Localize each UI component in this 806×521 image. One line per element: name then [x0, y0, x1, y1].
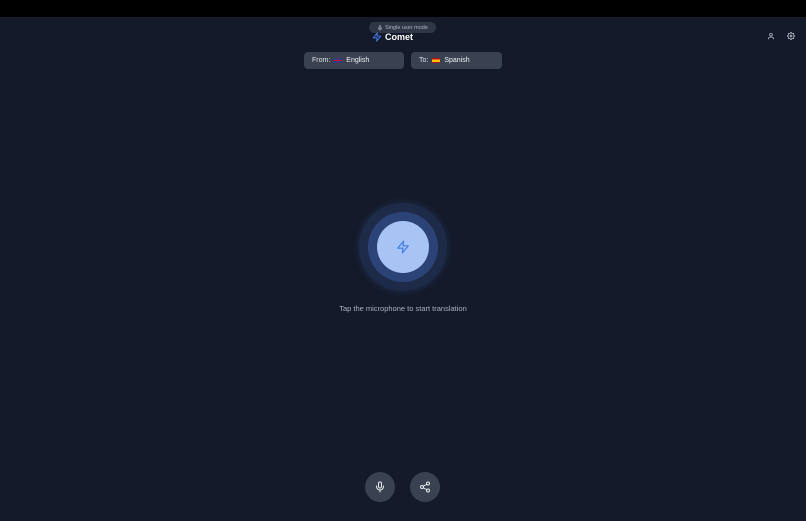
brand: Comet — [372, 31, 413, 43]
from-prefix: From: — [312, 57, 331, 64]
mode-label: Single user mode — [385, 24, 428, 31]
to-language-label: Spanish — [444, 57, 470, 64]
spain-flag-icon — [432, 58, 441, 63]
profile-button[interactable] — [765, 30, 777, 42]
from-language-button[interactable]: From: English — [304, 52, 404, 69]
translate-orb-button[interactable] — [377, 221, 429, 273]
lightning-icon — [397, 240, 409, 254]
share-icon — [420, 481, 430, 493]
lightning-icon — [372, 32, 382, 42]
top-bar — [0, 0, 806, 17]
user-icon — [768, 33, 774, 40]
gear-icon — [787, 32, 795, 40]
microphone-icon — [376, 481, 384, 493]
share-button[interactable] — [410, 472, 440, 502]
instruction-text: Tap the microphone to start translation — [339, 304, 467, 313]
to-prefix: To: — [419, 57, 429, 64]
to-language-button[interactable]: To: Spanish — [411, 52, 502, 69]
from-language-label: English — [346, 57, 370, 64]
microphone-button[interactable] — [365, 472, 395, 502]
settings-button[interactable] — [785, 30, 797, 42]
uk-flag-icon — [334, 58, 343, 63]
microphone-icon — [378, 24, 383, 31]
brand-name: Comet — [385, 32, 414, 42]
